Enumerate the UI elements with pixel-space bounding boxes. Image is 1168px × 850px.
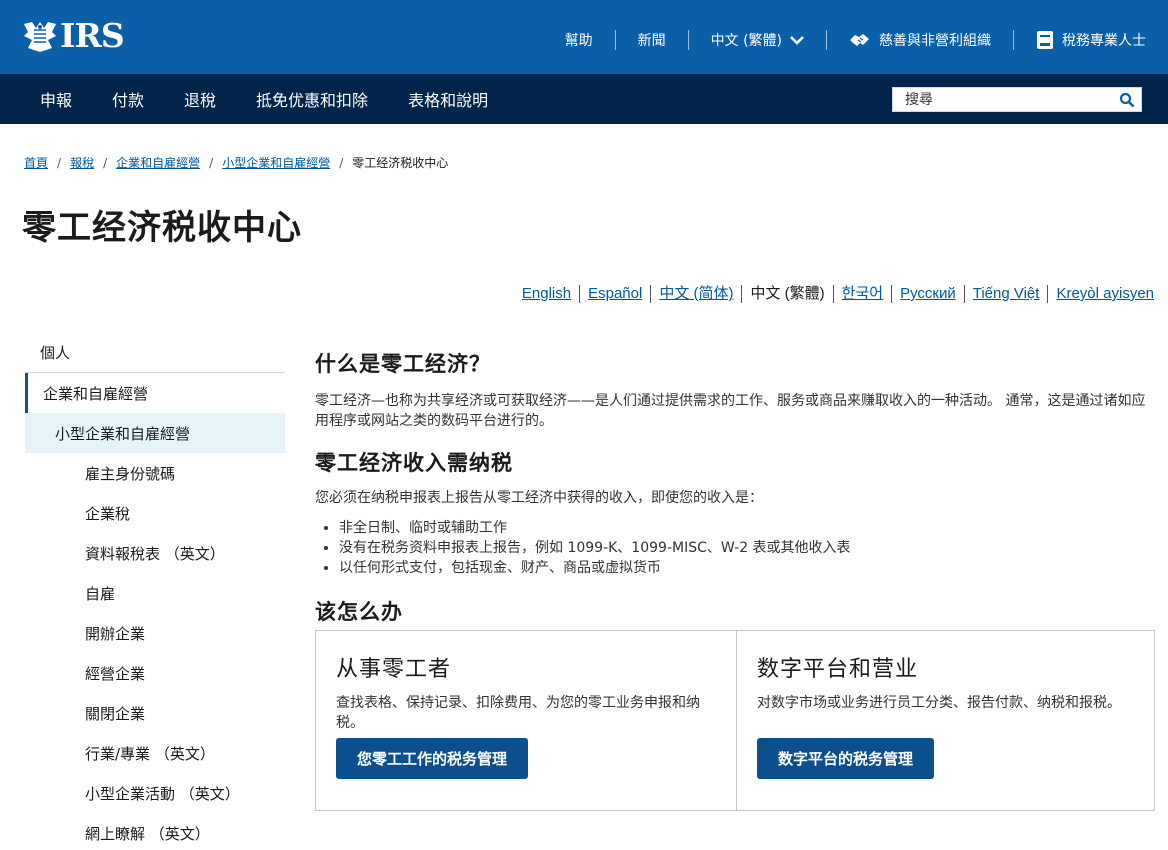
search-input[interactable] bbox=[893, 88, 1115, 111]
lang-chinese-traditional: 中文 (繁體) bbox=[741, 285, 832, 303]
language-dropdown[interactable]: 中文 (繁體) bbox=[687, 30, 826, 50]
section-heading-what-is: 什么是零工经济？ bbox=[315, 352, 491, 376]
nav-pay[interactable]: 付款 bbox=[112, 87, 144, 111]
card-description: 查找表格、保持记录、扣除费用、为您的零工业务申报和纳税。 bbox=[336, 695, 700, 731]
lang-russian[interactable]: Русский bbox=[891, 285, 964, 303]
tax-pros-label: 稅務專業人士 bbox=[1062, 33, 1146, 49]
nav-forms-instructions[interactable]: 表格和說明 bbox=[408, 87, 488, 111]
section-heading-what-to-do: 该怎么办 bbox=[315, 600, 403, 624]
breadcrumb-separator: / bbox=[339, 155, 344, 170]
card-digital-platforms: 数字平台和营业 对数字市场或业务进行员工分类、报告付款、纳税和报税。 数字平台的… bbox=[736, 631, 1156, 810]
breadcrumb-separator: / bbox=[57, 155, 62, 170]
tax-pros-link[interactable]: 稅務專業人士 bbox=[1013, 30, 1146, 50]
help-label: 幫助 bbox=[564, 33, 593, 49]
breadcrumb-small-business[interactable]: 小型企業和自雇經營 bbox=[222, 154, 330, 171]
help-link[interactable]: 幫助 bbox=[565, 30, 615, 50]
sidebar-item-ein[interactable]: 雇主身份號碼 bbox=[25, 453, 285, 493]
charities-link[interactable]: 慈善與非營利組織 bbox=[826, 30, 1013, 50]
main-content: 什么是零工经济？ 零工经济—也称为共享经济或可获取经济——是人们通过提供需求的工… bbox=[315, 348, 1155, 626]
search-box bbox=[892, 87, 1142, 112]
charities-label: 慈善與非營利組織 bbox=[879, 33, 991, 49]
list-item: 没有在税务资料申报表上报告，例如 1099-K、1099-MISC、W-2 表或… bbox=[339, 538, 1155, 558]
page-title: 零工经济税收中心 bbox=[22, 208, 302, 248]
section-heading-taxable: 零工经济收入需纳税 bbox=[315, 451, 513, 475]
sidebar-item-industries[interactable]: 行業/專業 （英文） bbox=[25, 733, 285, 773]
sidebar-item-online-learning[interactable]: 網上瞭解 （英文） bbox=[25, 813, 285, 850]
lang-chinese-simplified[interactable]: 中文 (简体) bbox=[650, 285, 741, 303]
lang-haitian-creole[interactable]: Kreyòl ayisyen bbox=[1047, 285, 1154, 303]
sidebar-nav: 個人 企業和自雇經營 小型企業和自雇經營 雇主身份號碼 企業稅 資料報稅表 （英… bbox=[25, 333, 285, 850]
eagle-emblem-icon bbox=[24, 22, 56, 52]
breadcrumb-separator: / bbox=[209, 155, 214, 170]
sidebar-item-information-returns[interactable]: 資料報稅表 （英文） bbox=[25, 533, 285, 573]
breadcrumb-separator: / bbox=[103, 155, 108, 170]
sidebar-item-small-business[interactable]: 小型企業和自雇經營 bbox=[25, 413, 285, 453]
lang-vietnamese[interactable]: Tiếng Việt bbox=[963, 285, 1048, 303]
list-item: 非全日制、临时或辅助工作 bbox=[339, 518, 1155, 538]
breadcrumb: 首頁 / 報稅 / 企業和自雇經營 / 小型企業和自雇經營 / 零工经济税收中心 bbox=[24, 154, 448, 171]
chevron-down-icon bbox=[790, 36, 804, 45]
sidebar-item-businesses[interactable]: 企業和自雇經營 bbox=[25, 373, 285, 413]
logo-text: IRS bbox=[60, 16, 125, 55]
utility-nav: 幫助 新聞 中文 (繁體) 慈善與非營利組織 稅務專業人士 bbox=[565, 28, 1146, 52]
sidebar-item-operating-business[interactable]: 經營企業 bbox=[25, 653, 285, 693]
breadcrumb-businesses[interactable]: 企業和自雇經營 bbox=[116, 154, 200, 171]
sidebar-item-small-business-events[interactable]: 小型企業活動 （英文） bbox=[25, 773, 285, 813]
nav-credits-deductions[interactable]: 抵免优惠和扣除 bbox=[256, 87, 368, 111]
paragraph-taxable: 您必须在纳税申报表上报告从零工经济中获得的收入，即使您的收入是： bbox=[315, 490, 763, 506]
nav-refunds[interactable]: 退稅 bbox=[184, 87, 216, 111]
search-icon[interactable] bbox=[1119, 92, 1135, 108]
book-icon bbox=[1037, 31, 1053, 49]
irs-logo[interactable]: IRS bbox=[22, 16, 125, 55]
list-item: 以任何形式支付，包括现金、财产、商品或虚拟货币 bbox=[339, 558, 1155, 578]
top-header: IRS 幫助 新聞 中文 (繁體) 慈善與非營利組織 稅務專業人士 bbox=[0, 0, 1168, 74]
language-label: 中文 (繁體) bbox=[710, 33, 782, 49]
card-title: 从事零工者 bbox=[336, 657, 452, 682]
sidebar-item-self-employed[interactable]: 自雇 bbox=[25, 573, 285, 613]
breadcrumb-file[interactable]: 報稅 bbox=[70, 154, 94, 171]
breadcrumb-home[interactable]: 首頁 bbox=[24, 154, 48, 171]
breadcrumb-current: 零工经济税收中心 bbox=[352, 156, 449, 170]
lang-spanish[interactable]: Español bbox=[579, 285, 650, 303]
card-title: 数字平台和营业 bbox=[757, 657, 919, 682]
action-cards: 从事零工者 查找表格、保持记录、扣除费用、为您的零工业务申报和纳税。 您零工工作… bbox=[315, 630, 1155, 811]
news-label: 新聞 bbox=[637, 33, 666, 49]
sidebar-item-starting-business[interactable]: 開辦企業 bbox=[25, 613, 285, 653]
sidebar-item-closing-business[interactable]: 關閉企業 bbox=[25, 693, 285, 733]
lang-korean[interactable]: 한국어 bbox=[832, 285, 891, 303]
news-link[interactable]: 新聞 bbox=[614, 30, 688, 50]
language-selector: English Español 中文 (简体) 中文 (繁體) 한국어 Русс… bbox=[522, 285, 1154, 303]
sidebar-item-individuals[interactable]: 個人 bbox=[25, 333, 285, 373]
gig-worker-tax-button[interactable]: 您零工工作的税务管理 bbox=[336, 738, 529, 779]
handshake-icon bbox=[850, 34, 869, 46]
taxable-income-list: 非全日制、临时或辅助工作 没有在税务资料申报表上报告，例如 1099-K、109… bbox=[339, 518, 1155, 578]
card-gig-workers: 从事零工者 查找表格、保持记录、扣除费用、为您的零工业务申报和纳税。 您零工工作… bbox=[316, 631, 736, 810]
digital-platform-tax-button[interactable]: 数字平台的税务管理 bbox=[757, 738, 935, 779]
card-description: 对数字市场或业务进行员工分类、报告付款、纳税和报税。 bbox=[757, 695, 1121, 711]
paragraph-what-is: 零工经济—也称为共享经济或可获取经济——是人们通过提供需求的工作、服务或商品来赚… bbox=[315, 393, 1146, 429]
sidebar-item-business-taxes[interactable]: 企業稅 bbox=[25, 493, 285, 533]
lang-english[interactable]: English bbox=[522, 285, 579, 303]
nav-file[interactable]: 申報 bbox=[40, 87, 72, 111]
